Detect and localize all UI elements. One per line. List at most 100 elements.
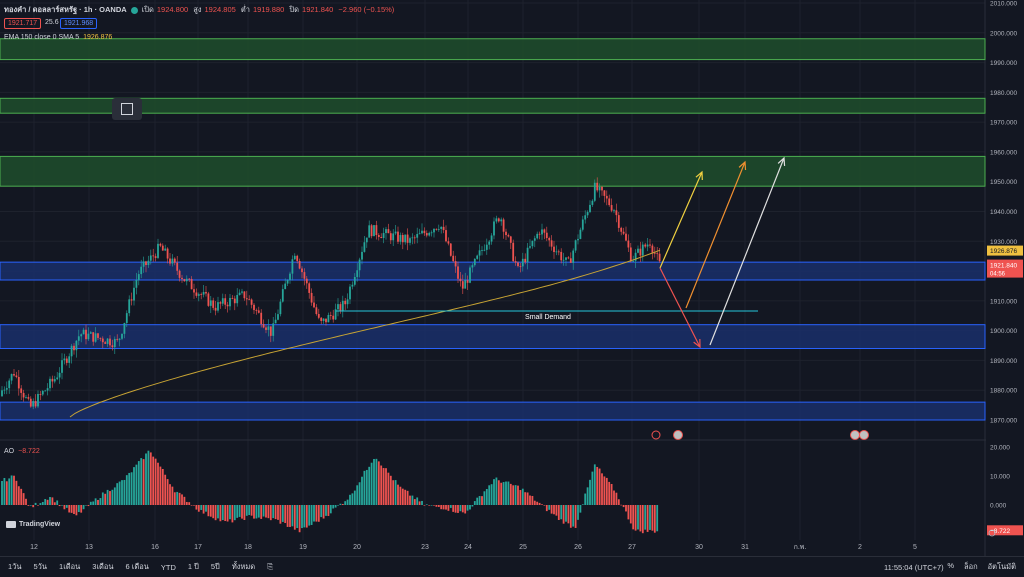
us-event-flag-icon[interactable]	[859, 430, 869, 440]
tf-1d[interactable]: 1วัน	[8, 561, 22, 573]
ao-bar	[387, 472, 390, 505]
candle-body	[565, 257, 567, 260]
ao-bar	[77, 505, 80, 513]
candle-body	[224, 298, 227, 305]
candle-body	[560, 251, 563, 261]
chart-canvas[interactable]: Small Demand 2010.0002000.0001990.000198…	[0, 0, 1024, 576]
candle-body	[214, 307, 217, 311]
candle-body	[629, 247, 632, 262]
candle-body	[231, 297, 234, 299]
ao-bar	[447, 505, 450, 511]
supply-zone[interactable]	[0, 38, 986, 61]
event-flash-icon[interactable]	[651, 430, 661, 440]
candle-body	[229, 297, 231, 307]
candle-body	[656, 253, 659, 255]
ao-bar	[169, 484, 171, 505]
candle-body	[399, 235, 402, 242]
candle-body	[380, 236, 383, 238]
buy-price-button[interactable]: 1921.968	[60, 18, 98, 29]
candle-body	[562, 259, 565, 261]
candle-body	[445, 230, 447, 242]
ao-bar	[320, 505, 323, 518]
candle-body	[245, 298, 248, 300]
us-event-flag-icon[interactable]	[673, 430, 683, 440]
candle-body	[641, 244, 644, 256]
symbol-title[interactable]: ทองคำ / ดอลลาร์สหรัฐ · 1h · OANDA	[4, 4, 127, 16]
ao-bar	[406, 490, 409, 505]
candle-body	[109, 338, 111, 346]
ao-bar	[608, 481, 611, 505]
sell-price-button[interactable]: 1921.717	[4, 18, 42, 29]
tf-3m[interactable]: 3เดือน	[92, 561, 113, 573]
candle-body	[77, 336, 80, 341]
candle-body	[589, 204, 591, 213]
log-toggle[interactable]: ล็อก	[964, 561, 978, 573]
candle-body	[423, 230, 426, 234]
ao-bar	[310, 505, 313, 525]
candle-body	[507, 235, 510, 237]
candle-body	[377, 235, 380, 237]
ema-legend[interactable]: EMA 150 close 0 SMA 5 1926.876	[4, 34, 112, 41]
ao-tick: 0.000	[990, 503, 1007, 510]
rectangle-tool-button[interactable]	[112, 98, 142, 120]
clock[interactable]: 11:55:04 (UTC+7)	[884, 563, 944, 572]
supply-zone[interactable]	[0, 97, 986, 114]
ao-bar	[101, 492, 104, 505]
ao-bar	[34, 502, 37, 505]
ao-bar	[560, 505, 563, 520]
tf-5y[interactable]: 5ปี	[211, 561, 220, 573]
ao-bar	[293, 505, 296, 530]
ao-bar	[481, 496, 483, 505]
candle-body	[250, 299, 253, 305]
date-range-icon[interactable]: ⎘	[267, 562, 273, 572]
candle-body	[20, 388, 23, 393]
ao-bar	[430, 505, 433, 506]
ao-bar	[543, 505, 546, 506]
tf-6m[interactable]: 6 เดือน	[126, 561, 149, 573]
demand-zone[interactable]	[0, 401, 986, 421]
supply-zone[interactable]	[0, 155, 986, 187]
candle-body	[5, 388, 8, 390]
us-event-flag-icon[interactable]	[850, 430, 860, 440]
candle-body	[425, 233, 428, 236]
percent-toggle[interactable]: %	[947, 561, 954, 573]
candle-body	[466, 280, 469, 283]
ao-bar	[233, 505, 236, 521]
ao-bar	[622, 505, 625, 508]
candle-body	[145, 261, 147, 266]
candle-body	[356, 270, 359, 277]
candle-body	[279, 301, 282, 315]
auto-toggle[interactable]: อัตโนมัติ	[988, 561, 1016, 573]
demand-zone[interactable]	[0, 324, 986, 350]
ao-bar	[20, 488, 23, 505]
ao-legend[interactable]: AO −8.722	[4, 448, 40, 455]
tf-ytd[interactable]: YTD	[161, 563, 176, 572]
candle-body	[3, 389, 6, 391]
tf-5d[interactable]: 5วัน	[34, 561, 48, 573]
ao-bar	[382, 468, 385, 505]
tf-all[interactable]: ทั้งหมด	[232, 561, 255, 573]
ao-tick: 20.000	[990, 445, 1010, 452]
candle-body	[49, 378, 51, 389]
price-tick: 1990.000	[990, 60, 1017, 67]
ao-bar	[435, 505, 438, 507]
ao-bar	[641, 505, 644, 534]
ao-last-text: −8.722	[990, 528, 1010, 535]
candle-body	[41, 391, 44, 395]
candle-body	[514, 261, 517, 263]
ao-bar	[469, 505, 471, 510]
candle-body	[658, 253, 661, 262]
ao-bar	[257, 505, 260, 518]
ao-bar	[361, 476, 363, 505]
ao-bar	[1, 480, 3, 505]
ao-bar	[418, 501, 421, 505]
candle-body	[416, 234, 419, 238]
ao-bar	[437, 505, 440, 507]
tf-1m[interactable]: 1เดือน	[59, 561, 80, 573]
ao-bar	[92, 501, 95, 505]
tf-1y[interactable]: 1 ปี	[188, 561, 199, 573]
time-label: 25	[519, 544, 527, 551]
ao-bar	[13, 475, 15, 505]
candle-body	[644, 244, 647, 247]
ao-bar	[413, 499, 416, 505]
